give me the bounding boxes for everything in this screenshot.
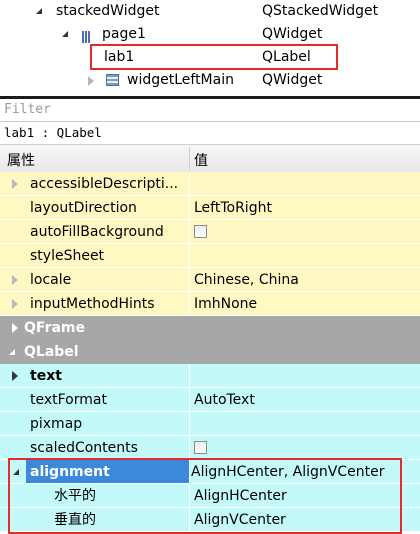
property-row-pixmap[interactable]: pixmap: [0, 412, 420, 436]
property-name: styleSheet: [30, 248, 105, 264]
header-divider[interactable]: [189, 147, 190, 170]
widget-icon: [106, 74, 119, 86]
filter-placeholder: Filter: [4, 102, 51, 117]
collapsed-arrow-icon[interactable]: [12, 371, 18, 381]
collapsed-arrow-icon[interactable]: [12, 323, 18, 333]
property-row-autofillbackground[interactable]: autoFillBackground: [0, 220, 420, 244]
tree-row-page1[interactable]: page1 QWidget: [0, 23, 420, 46]
page-icon: [82, 28, 94, 43]
property-value[interactable]: AutoText: [194, 388, 255, 412]
object-class-line: lab1 : QLabel: [0, 122, 420, 145]
property-value[interactable]: ImhNone: [194, 292, 257, 316]
property-row-scaledcontents[interactable]: scaledContents: [0, 436, 420, 460]
property-row-locale[interactable]: locale Chinese, China: [0, 268, 420, 292]
tree-object-name: widgetLeftMain: [127, 72, 234, 88]
filter-field[interactable]: Filter: [0, 99, 420, 122]
property-row-accessibledescription[interactable]: accessibleDescripti...: [0, 172, 420, 196]
property-name: locale: [30, 272, 72, 288]
highlight-box-lab1: [90, 44, 338, 70]
property-name: inputMethodHints: [30, 296, 155, 312]
property-name: accessibleDescripti...: [30, 176, 179, 192]
group-row-qframe[interactable]: QFrame: [0, 316, 420, 340]
tree-object-class: QStackedWidget: [262, 3, 379, 19]
object-inspector-tree: stackedWidget QStackedWidget page1 QWidg…: [0, 0, 420, 96]
group-name: QLabel: [24, 344, 79, 360]
property-row-stylesheet[interactable]: styleSheet: [0, 244, 420, 268]
property-name: textFormat: [30, 392, 107, 408]
property-grid-header: 属性 值: [0, 145, 420, 173]
property-name: autoFillBackground: [30, 224, 164, 240]
group-row-qlabel[interactable]: QLabel: [0, 340, 420, 364]
tree-row-widgetleftmain[interactable]: widgetLeftMain QWidget: [0, 69, 420, 92]
expanded-arrow-icon[interactable]: [36, 8, 42, 14]
property-value[interactable]: Chinese, China: [194, 268, 299, 292]
property-name: pixmap: [30, 416, 83, 432]
autofillbackground-checkbox[interactable]: [194, 225, 207, 238]
property-name: scaledContents: [30, 440, 138, 456]
property-row-layoutdirection[interactable]: layoutDirection LeftToRight: [0, 196, 420, 220]
tree-row-stackedwidget[interactable]: stackedWidget QStackedWidget: [0, 0, 420, 23]
collapsed-arrow-icon[interactable]: [12, 299, 18, 309]
collapsed-arrow-icon[interactable]: [88, 76, 94, 86]
highlight-box-alignment: [8, 458, 402, 534]
collapsed-arrow-icon[interactable]: [12, 179, 18, 189]
tree-object-name: stackedWidget: [56, 3, 160, 19]
header-property[interactable]: 属性: [7, 150, 35, 170]
scaledcontents-checkbox[interactable]: [194, 441, 207, 454]
property-row-textformat[interactable]: textFormat AutoText: [0, 388, 420, 412]
tree-object-class: QWidget: [262, 72, 323, 88]
property-row-text[interactable]: text: [0, 364, 420, 388]
tree-object-class: QWidget: [262, 26, 323, 42]
property-name: layoutDirection: [30, 200, 137, 216]
collapsed-arrow-icon[interactable]: [12, 275, 18, 285]
tree-object-name: page1: [102, 26, 146, 42]
group-name: QFrame: [24, 320, 86, 336]
expanded-arrow-icon[interactable]: [62, 31, 68, 37]
object-class-text: lab1 : QLabel: [4, 125, 102, 140]
expanded-arrow-icon[interactable]: [9, 349, 15, 355]
property-row-inputmethodhints[interactable]: inputMethodHints ImhNone: [0, 292, 420, 316]
property-value[interactable]: LeftToRight: [194, 196, 272, 220]
header-value[interactable]: 值: [194, 150, 208, 170]
property-name: text: [30, 368, 62, 384]
